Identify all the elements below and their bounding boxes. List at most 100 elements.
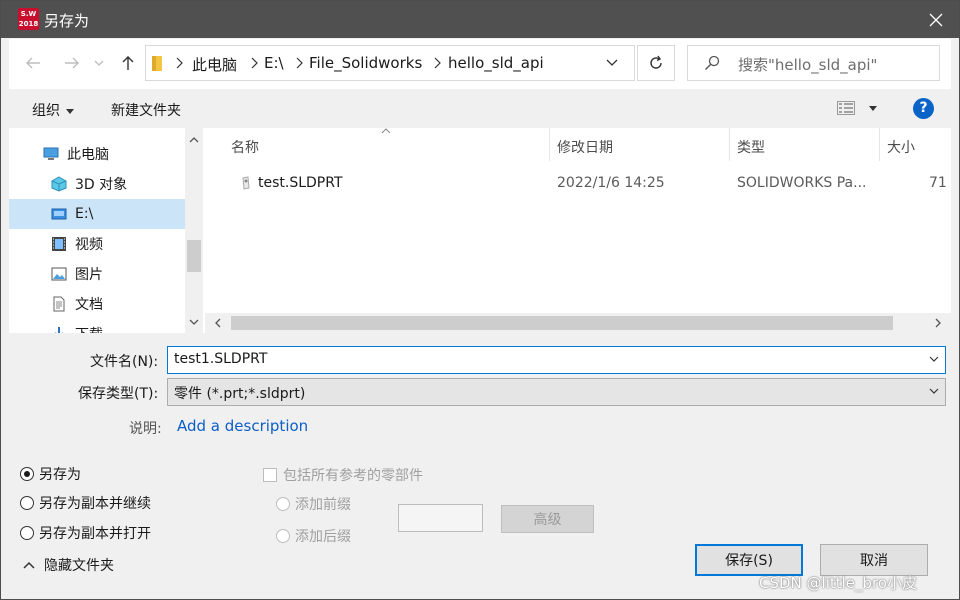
caret-down-icon bbox=[66, 108, 74, 114]
search-icon bbox=[705, 55, 720, 70]
column-divider[interactable] bbox=[549, 128, 550, 161]
column-divider[interactable] bbox=[879, 128, 880, 161]
command-bar: 组织 新建文件夹 ? bbox=[9, 89, 951, 128]
recent-locations-button[interactable] bbox=[92, 52, 106, 74]
computer-icon bbox=[43, 147, 59, 160]
watermark-text: CSDN @little_bro小皮 bbox=[759, 574, 918, 592]
save-type-label: 保存类型(T): bbox=[78, 386, 159, 402]
video-icon bbox=[52, 237, 66, 251]
column-header-date[interactable]: 修改日期 bbox=[557, 137, 613, 157]
chevron-down-icon[interactable] bbox=[929, 354, 939, 364]
description-label: 说明: bbox=[129, 421, 162, 437]
back-button[interactable] bbox=[22, 52, 44, 74]
help-button[interactable]: ? bbox=[913, 98, 934, 119]
file-type: SOLIDWORKS Pa... bbox=[737, 175, 867, 191]
search-placeholder: 搜索"hello_sld_api" bbox=[738, 56, 878, 74]
new-folder-button[interactable]: 新建文件夹 bbox=[111, 100, 181, 120]
save-as-radio[interactable]: 另存为 bbox=[20, 464, 81, 484]
file-size: 71 bbox=[929, 175, 947, 191]
downloads-icon bbox=[55, 327, 63, 333]
breadcrumb-this-pc[interactable]: 此电脑 bbox=[192, 54, 237, 75]
chevron-right-icon bbox=[296, 57, 303, 69]
breadcrumb-drive-e[interactable]: E:\ bbox=[264, 54, 284, 72]
search-box[interactable]: 搜索"hello_sld_api" bbox=[687, 45, 940, 81]
column-header-size[interactable]: 大小 bbox=[887, 137, 915, 157]
sort-ascending-icon bbox=[381, 128, 391, 134]
tree-item-videos[interactable]: 视频 bbox=[9, 229, 185, 259]
chevron-down-icon[interactable] bbox=[189, 317, 199, 327]
hide-folders-button[interactable]: 隐藏文件夹 bbox=[23, 555, 114, 575]
caret-down-icon bbox=[869, 106, 878, 111]
radio-unselected bbox=[20, 526, 34, 540]
chevron-up-icon bbox=[23, 561, 35, 569]
chevron-down-icon bbox=[94, 60, 104, 66]
forward-button[interactable] bbox=[61, 52, 83, 74]
sldprt-file-icon bbox=[242, 176, 250, 190]
add-prefix-radio[interactable]: 添加前缀 bbox=[276, 494, 351, 514]
arrow-left-icon bbox=[26, 57, 40, 69]
address-bar[interactable]: 此电脑 E:\ File_Solidworks hello_sld_api bbox=[145, 45, 635, 81]
include-references-checkbox[interactable]: 包括所有参考的零部件 bbox=[263, 465, 423, 485]
add-description-link[interactable]: Add a description bbox=[177, 417, 308, 435]
save-copy-continue-radio[interactable]: 另存为副本并继续 bbox=[20, 493, 151, 513]
tree-scrollbar[interactable] bbox=[185, 128, 203, 333]
tree-item-documents[interactable]: 文档 bbox=[9, 289, 185, 319]
organize-button[interactable]: 组织 bbox=[32, 100, 74, 120]
filename-label: 文件名(N): bbox=[90, 354, 159, 370]
tree-item-this-pc[interactable]: 此电脑 bbox=[9, 139, 185, 169]
chevron-down-icon bbox=[929, 388, 939, 394]
window-title: 另存为 bbox=[44, 12, 90, 30]
column-divider[interactable] bbox=[729, 128, 730, 161]
folder-icon bbox=[152, 56, 162, 71]
checkbox-unchecked bbox=[263, 468, 277, 482]
radio-unselected bbox=[276, 497, 290, 511]
add-suffix-radio[interactable]: 添加后缀 bbox=[276, 526, 351, 546]
close-icon bbox=[929, 13, 943, 26]
save-copy-open-radio[interactable]: 另存为副本并打开 bbox=[20, 523, 151, 543]
navigation-bar: 此电脑 E:\ File_Solidworks hello_sld_api 搜索… bbox=[9, 39, 951, 89]
documents-icon bbox=[53, 296, 65, 312]
save-type-select[interactable]: 零件 (*.prt;*.sldprt) bbox=[167, 378, 946, 406]
radio-unselected bbox=[20, 496, 34, 510]
file-date: 2022/1/6 14:25 bbox=[557, 175, 665, 191]
filename-input[interactable]: test1.SLDPRT bbox=[167, 346, 946, 374]
tree-scrollbar-thumb[interactable] bbox=[187, 240, 201, 272]
breadcrumb-hello-sld-api[interactable]: hello_sld_api bbox=[448, 54, 544, 72]
arrow-right-icon bbox=[65, 57, 79, 69]
solidworks-logo-icon: S.W 2018 bbox=[18, 8, 39, 30]
file-name: test.SLDPRT bbox=[258, 175, 343, 191]
view-options-button[interactable] bbox=[837, 101, 878, 119]
breadcrumb-file-solidworks[interactable]: File_Solidworks bbox=[309, 54, 422, 72]
list-horizontal-scrollbar[interactable] bbox=[205, 313, 951, 333]
tree-item-pictures[interactable]: 图片 bbox=[9, 259, 185, 289]
details-view-icon bbox=[837, 101, 855, 115]
column-header-name[interactable]: 名称 bbox=[231, 137, 259, 157]
radio-unselected bbox=[276, 529, 290, 543]
title-bar: S.W 2018 另存为 bbox=[1, 1, 959, 38]
tree-item-drive-e[interactable]: E:\ bbox=[9, 199, 185, 229]
chevron-right-icon bbox=[434, 57, 441, 69]
chevron-down-icon[interactable] bbox=[606, 59, 618, 67]
arrow-up-icon bbox=[122, 56, 134, 70]
chevron-right-icon bbox=[251, 57, 258, 69]
list-scrollbar-thumb[interactable] bbox=[231, 316, 893, 330]
help-icon: ? bbox=[919, 100, 928, 116]
save-as-dialog: S.W 2018 另存为 此电脑 E:\ File_Solidworks hel… bbox=[0, 0, 960, 600]
affix-text-input[interactable] bbox=[398, 504, 483, 532]
chevron-up-icon[interactable] bbox=[189, 135, 199, 145]
column-header-type[interactable]: 类型 bbox=[737, 137, 765, 157]
chevron-left-icon[interactable] bbox=[213, 318, 223, 328]
advanced-button[interactable]: 高级 bbox=[501, 505, 594, 533]
drive-icon bbox=[51, 208, 67, 220]
tree-item-3d-objects[interactable]: 3D 对象 bbox=[9, 169, 185, 199]
browser-pane: 此电脑 3D 对象 E:\ 视频 图片 文档 名称 修改日期 类型 大小 tes… bbox=[9, 128, 951, 333]
radio-selected bbox=[20, 467, 34, 481]
close-button[interactable] bbox=[913, 1, 959, 38]
file-list: 名称 修改日期 类型 大小 test.SLDPRT 2022/1/6 14:25… bbox=[205, 128, 951, 333]
tree-item-downloads[interactable]: 下载 bbox=[9, 319, 185, 333]
3d-objects-icon bbox=[51, 176, 67, 192]
chevron-right-icon[interactable] bbox=[933, 318, 943, 328]
up-button[interactable] bbox=[117, 52, 139, 74]
navigation-tree: 此电脑 3D 对象 E:\ 视频 图片 文档 bbox=[9, 128, 185, 333]
refresh-button[interactable] bbox=[637, 45, 675, 81]
